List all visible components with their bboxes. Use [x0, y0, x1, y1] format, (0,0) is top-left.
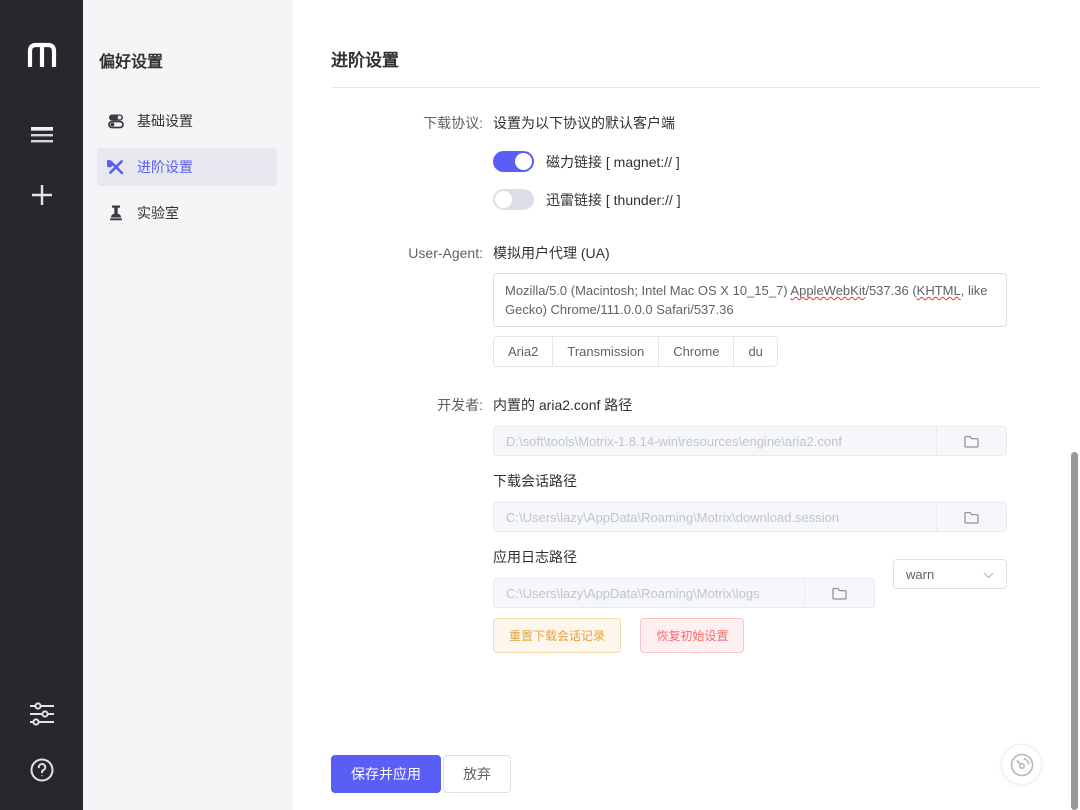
developer-section: 开发者: 内置的 aria2.conf 路径 D:\soft\tools\Mot… — [293, 395, 1080, 653]
factory-reset-button[interactable]: 恢复初始设置 — [640, 618, 744, 653]
ua-text: Mozilla/5.0 (Macintosh; Intel Mac OS X 1… — [505, 283, 790, 298]
folder-icon[interactable] — [936, 427, 1006, 455]
main-content: 进阶设置 下载协议: 设置为以下协议的默认客户端 磁力链接 [ magnet:/… — [293, 0, 1080, 810]
log-level-value: warn — [906, 567, 934, 582]
sidebar-item-label: 基础设置 — [137, 111, 193, 131]
ua-preset-group: Aria2 Transmission Chrome du — [493, 336, 778, 367]
magnet-toggle-label: 磁力链接 [ magnet:// ] — [546, 152, 680, 172]
log-level-select[interactable]: warn — [893, 559, 1007, 589]
ua-text-misspelled: KHTML — [917, 283, 961, 298]
sidebar-item-basic[interactable]: 基础设置 — [97, 102, 277, 140]
scrollbar-thumb[interactable] — [1071, 452, 1078, 810]
developer-label: 开发者: — [293, 395, 493, 653]
sidebar-title: 偏好设置 — [99, 48, 163, 72]
user-agent-heading: 模拟用户代理 (UA) — [493, 243, 1007, 263]
lab-stamp-icon — [107, 204, 125, 222]
sidebar-item-lab[interactable]: 实验室 — [97, 194, 277, 232]
aria2-conf-path-value[interactable]: D:\soft\tools\Motrix-1.8.14-win\resource… — [494, 427, 936, 455]
folder-icon[interactable] — [804, 579, 874, 607]
magnet-toggle[interactable] — [493, 151, 534, 172]
ua-preset-chrome-button[interactable]: Chrome — [659, 336, 734, 367]
user-agent-input[interactable]: Mozilla/5.0 (Macintosh; Intel Mac OS X 1… — [493, 273, 1007, 327]
user-agent-section: User-Agent: 模拟用户代理 (UA) Mozilla/5.0 (Mac… — [293, 243, 1080, 367]
ua-text-misspelled: AppleWebKit — [790, 283, 865, 298]
protocol-heading: 设置为以下协议的默认客户端 — [493, 113, 1007, 133]
folder-icon[interactable] — [936, 503, 1006, 531]
task-list-icon[interactable] — [24, 117, 60, 153]
user-agent-label: User-Agent: — [293, 243, 493, 367]
ua-preset-du-button[interactable]: du — [734, 336, 777, 367]
reset-session-button[interactable]: 重置下载会话记录 — [493, 618, 621, 653]
ua-preset-aria2-button[interactable]: Aria2 — [493, 336, 553, 367]
thunder-toggle[interactable] — [493, 189, 534, 210]
discard-button[interactable]: 放弃 — [443, 755, 511, 793]
preferences-sidebar: 偏好设置 基础设置 — [83, 0, 293, 810]
thunder-toggle-row: 迅雷链接 [ thunder:// ] — [493, 189, 1007, 210]
save-apply-button[interactable]: 保存并应用 — [331, 755, 441, 793]
motrix-preferences-window: 偏好设置 基础设置 — [0, 0, 1080, 810]
title-divider — [331, 87, 1040, 88]
session-path-heading: 下载会话路径 — [493, 471, 1007, 491]
chevron-down-icon — [983, 567, 994, 582]
session-path-input: C:\Users\lazy\AppData\Roaming\Motrix\dow… — [493, 502, 1007, 532]
tools-icon — [107, 158, 125, 176]
app-rail — [0, 0, 83, 810]
download-protocol-section: 下载协议: 设置为以下协议的默认客户端 磁力链接 [ magnet:// ] 迅… — [293, 113, 1080, 227]
page-title: 进阶设置 — [331, 46, 399, 71]
sidebar-item-advanced[interactable]: 进阶设置 — [97, 148, 277, 186]
ua-preset-transmission-button[interactable]: Transmission — [553, 336, 659, 367]
aria2-conf-heading: 内置的 aria2.conf 路径 — [493, 395, 1007, 415]
protocol-label: 下载协议: — [293, 113, 493, 227]
aria2-conf-path-input: D:\soft\tools\Motrix-1.8.14-win\resource… — [493, 426, 1007, 456]
help-icon[interactable] — [24, 752, 60, 788]
speed-gauge-button[interactable] — [1001, 744, 1042, 785]
magnet-toggle-row: 磁力链接 [ magnet:// ] — [493, 151, 1007, 172]
toggles-icon — [107, 112, 125, 130]
preferences-menu: 基础设置 进阶设置 — [97, 102, 277, 240]
session-path-value[interactable]: C:\Users\lazy\AppData\Roaming\Motrix\dow… — [494, 503, 936, 531]
ua-text: /537.36 ( — [865, 283, 916, 298]
preferences-icon[interactable] — [24, 696, 60, 732]
motrix-logo-icon — [26, 40, 58, 75]
sidebar-item-label: 实验室 — [137, 203, 179, 223]
sidebar-item-label: 进阶设置 — [137, 157, 193, 177]
log-path-value[interactable]: C:\Users\lazy\AppData\Roaming\Motrix\log… — [494, 579, 804, 607]
add-task-icon[interactable] — [24, 177, 60, 213]
log-path-input: C:\Users\lazy\AppData\Roaming\Motrix\log… — [493, 578, 875, 608]
thunder-toggle-label: 迅雷链接 [ thunder:// ] — [546, 190, 681, 210]
